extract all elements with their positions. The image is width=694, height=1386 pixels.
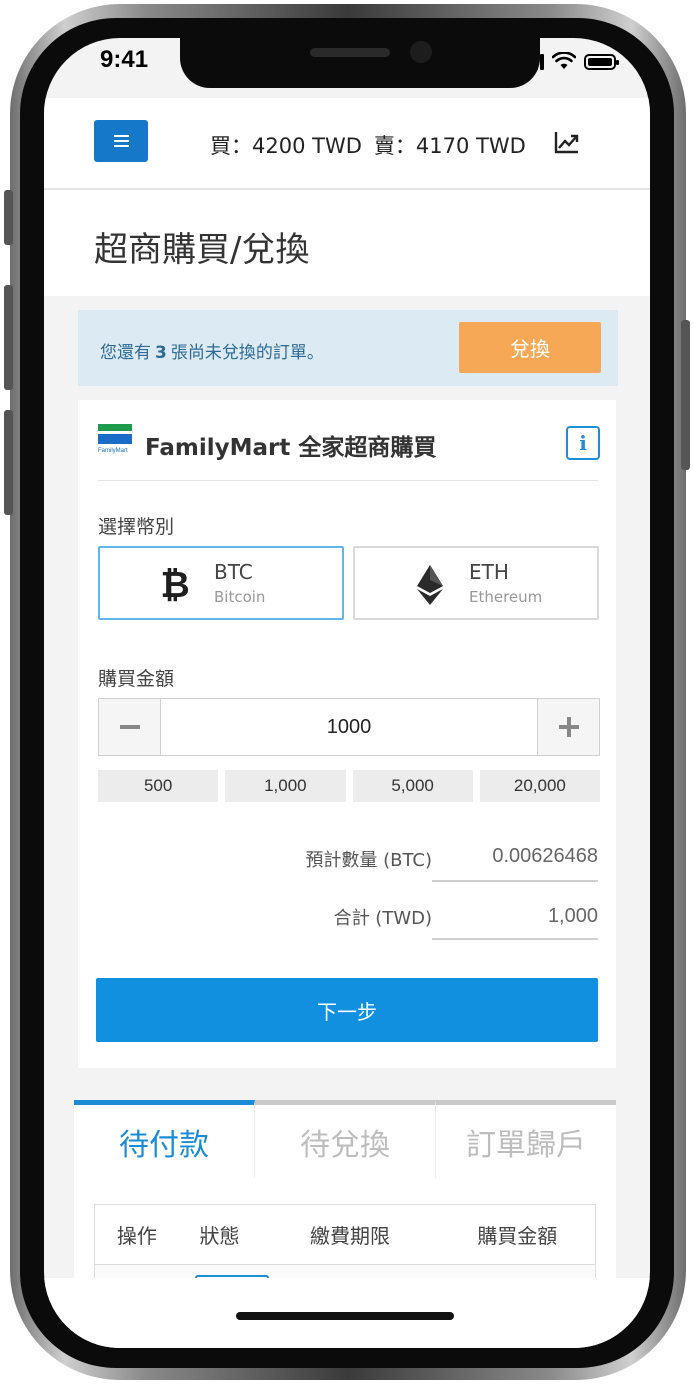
alert-text-after: 張尚未兌換的訂單。 [170, 343, 324, 363]
pending-orders-alert: 您還有 3 張尚未兌換的訂單。 兌換 [78, 310, 618, 386]
volume-up-button [4, 285, 13, 390]
purchase-card: FamilyMart FamilyMart 全家超商購買 i 選擇幣別 ₿ BT… [78, 400, 616, 1068]
column-action: 操作 [116, 1224, 157, 1248]
amount-label: 購買金額 [98, 668, 175, 690]
sell-rate: 賣：4170 TWD [373, 134, 526, 158]
currency-code: BTC [214, 560, 253, 584]
menu-button[interactable] [94, 120, 148, 162]
notch [180, 38, 540, 88]
total-underline [432, 938, 598, 940]
preset-1000[interactable]: 1,000 [225, 770, 346, 802]
minus-icon [119, 725, 140, 729]
front-camera [410, 41, 432, 63]
column-deadline: 繳費期限 [309, 1224, 390, 1248]
trend-chart-icon[interactable] [554, 130, 580, 154]
currency-code: ETH [469, 560, 509, 584]
total-label: 合計 (TWD) [333, 908, 432, 929]
logo-text: FamilyMart [98, 448, 128, 454]
column-amount: 購買金額 [477, 1224, 558, 1248]
app-header: 買：4200 TWD 賣：4170 TWD [44, 98, 650, 190]
decrease-button[interactable] [99, 699, 161, 755]
mute-switch [4, 190, 13, 245]
next-step-button[interactable]: 下一步 [96, 978, 598, 1042]
estimate-underline [432, 880, 598, 882]
column-status: 狀態 [199, 1224, 240, 1248]
buy-rate: 買：4200 TWD [210, 134, 362, 158]
currency-option-btc[interactable]: ₿ BTC Bitcoin [98, 546, 344, 620]
amount-presets: 500 1,000 5,000 20,000 [98, 770, 600, 802]
currency-option-eth[interactable]: ETH Ethereum [353, 546, 599, 620]
info-icon[interactable]: i [566, 426, 600, 460]
total-value: 1,000 [547, 905, 598, 927]
speaker [310, 48, 390, 57]
currency-name: Bitcoin [214, 588, 266, 606]
hamburger-icon [113, 135, 129, 137]
alert-text-before: 您還有 [100, 343, 151, 363]
svg-text:₿: ₿ [160, 565, 189, 604]
alert-message: 您還有 3 張尚未兌換的訂單。 [100, 338, 324, 363]
estimate-value: 0.00626468 [492, 845, 598, 867]
card-title: FamilyMart 全家超商購買 [145, 435, 437, 461]
increase-button[interactable] [537, 699, 599, 755]
wifi-icon [552, 52, 576, 69]
tab-pending-exchange[interactable]: 待兌換 [255, 1100, 436, 1178]
volume-down-button [4, 410, 13, 515]
home-indicator[interactable] [236, 1312, 454, 1320]
status-time: 9:41 [100, 46, 149, 73]
preset-500[interactable]: 500 [98, 770, 219, 802]
currency-label: 選擇幣別 [98, 516, 175, 538]
screen: 9:41 買：4200 TWD 賣：4170 TWD 超商購買/兌換 您還有 3… [44, 38, 650, 1348]
familymart-logo: FamilyMart [98, 424, 132, 460]
pending-count: 3 [155, 343, 167, 363]
exchange-button[interactable]: 兌換 [459, 322, 601, 373]
amount-input[interactable] [161, 699, 537, 755]
order-tabs: 待付款 待兌換 訂單歸戶 [74, 1100, 616, 1178]
divider [98, 480, 598, 481]
currency-name: Ethereum [469, 588, 543, 606]
estimate-label: 預計數量 (BTC) [305, 850, 432, 871]
plus-icon [558, 717, 579, 737]
bitcoin-icon: ₿ [160, 565, 189, 604]
title-area: 超商購買/兌換 [44, 190, 650, 296]
power-button [681, 320, 690, 470]
amount-stepper [98, 698, 600, 756]
battery-icon [584, 54, 619, 70]
table-header: 操作 狀態 繳費期限 購買金額 [95, 1205, 595, 1265]
preset-20000[interactable]: 20,000 [479, 770, 600, 802]
page-title: 超商購買/兌換 [94, 230, 310, 270]
exchange-rates: 買：4200 TWD 賣：4170 TWD [210, 130, 526, 160]
preset-5000[interactable]: 5,000 [352, 770, 473, 802]
tab-order-assign[interactable]: 訂單歸戶 [436, 1100, 616, 1178]
tab-pending-payment[interactable]: 待付款 [74, 1100, 255, 1178]
ethereum-icon [417, 565, 443, 605]
